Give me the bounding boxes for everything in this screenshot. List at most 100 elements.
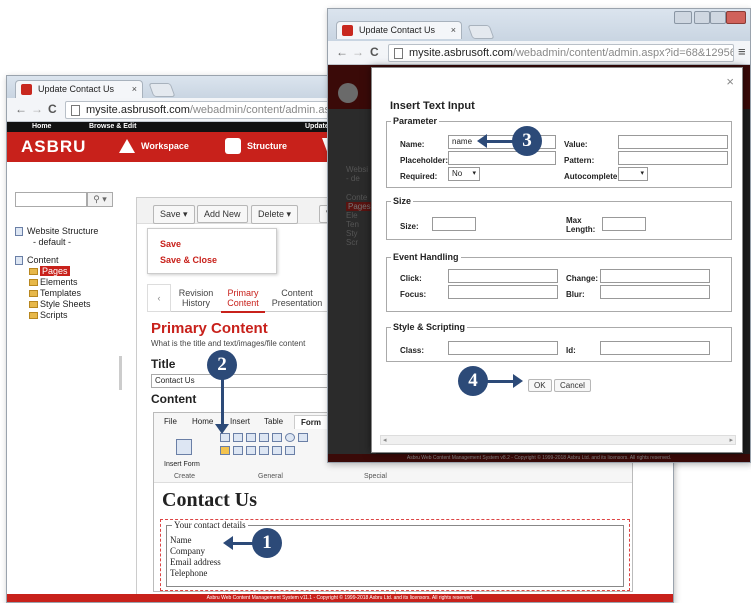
maximize-icon[interactable] <box>710 11 726 24</box>
browser-tab[interactable]: Update Contact Us × <box>15 80 143 98</box>
menu-workspace[interactable]: Workspace <box>141 141 189 151</box>
required-select[interactable]: No ▾ <box>448 167 480 181</box>
hidden-icon[interactable] <box>272 446 282 455</box>
blur-input[interactable] <box>600 285 710 299</box>
tab-revision-history[interactable]: Revision History <box>173 288 219 308</box>
new-tab-button[interactable] <box>467 25 495 39</box>
tree-content[interactable]: Content <box>15 255 91 266</box>
save-menu-item[interactable]: Save <box>160 239 181 249</box>
save-dropdown-button[interactable]: Save ▾ <box>153 205 195 224</box>
insert-form-label: Insert Form <box>164 461 200 468</box>
panel-splitter[interactable] <box>119 356 122 390</box>
back-arrow-icon[interactable]: ← <box>15 102 27 116</box>
id-input[interactable] <box>600 341 710 355</box>
text-input-icon[interactable] <box>220 433 230 442</box>
reload-icon[interactable]: C <box>370 45 379 59</box>
dim-sidebar <box>328 109 376 462</box>
tree-scripts[interactable]: Scripts <box>15 310 91 321</box>
pattern-input[interactable] <box>618 151 728 165</box>
add-new-button[interactable]: Add New <box>197 205 248 223</box>
password-icon[interactable] <box>233 433 243 442</box>
change-input[interactable] <box>600 269 710 283</box>
button-icon[interactable] <box>233 446 243 455</box>
editor-tab-file[interactable]: File <box>164 417 177 426</box>
save-close-menu-item[interactable]: Save & Close <box>160 255 217 265</box>
select-icon[interactable] <box>259 433 269 442</box>
scroll-left-icon[interactable]: ◂ <box>383 436 387 444</box>
placeholder-input[interactable] <box>448 151 556 165</box>
menu-icon[interactable]: ≡ <box>738 44 746 59</box>
group-special: Special <box>364 473 387 480</box>
size-input[interactable] <box>432 217 476 231</box>
close-tab-icon[interactable]: × <box>132 84 137 94</box>
nav-browse-edit[interactable]: Browse & Edit <box>89 123 136 130</box>
forward-arrow-icon[interactable]: → <box>31 102 43 116</box>
required-value: No <box>452 169 463 178</box>
change-label: Change: <box>566 274 598 283</box>
radio-icon[interactable] <box>285 433 295 442</box>
tree-templates[interactable]: Templates <box>15 288 91 299</box>
ok-button[interactable]: OK <box>528 379 552 392</box>
tree-pages[interactable]: Pages <box>15 266 91 277</box>
search-box[interactable] <box>15 192 87 207</box>
editor-tab-insert[interactable]: Insert <box>230 417 250 426</box>
file-icon[interactable] <box>298 433 308 442</box>
horizontal-scrollbar[interactable]: ◂ ▸ <box>380 435 736 445</box>
nav-update[interactable]: Update <box>305 123 329 130</box>
dim-tree-item: Websi <box>346 165 369 174</box>
dim-tree-item: - de <box>346 174 360 183</box>
browser-tab[interactable]: Update Contact Us × <box>336 21 462 39</box>
user-icon[interactable] <box>674 11 692 24</box>
autocomplete-select[interactable]: ▾ <box>618 167 648 181</box>
editor-tab-table[interactable]: Table <box>264 417 283 426</box>
dialog-close-icon[interactable]: × <box>726 74 734 89</box>
label-icon[interactable] <box>285 446 295 455</box>
back-arrow-icon[interactable]: ← <box>336 45 348 59</box>
nav-home[interactable]: Home <box>32 123 51 130</box>
folder-icon <box>29 312 38 319</box>
section-heading: Primary Content <box>151 320 268 337</box>
callout-3: 3 <box>512 126 542 156</box>
tab-primary-content[interactable]: Primary Content <box>221 288 265 313</box>
close-window-icon[interactable] <box>726 11 746 24</box>
scroll-right-icon[interactable]: ▸ <box>729 436 733 444</box>
textarea-icon[interactable] <box>246 433 256 442</box>
new-tab-button[interactable] <box>148 83 176 97</box>
search-button[interactable]: ⚲ ▾ <box>87 192 113 207</box>
reload-icon[interactable]: C <box>48 102 57 116</box>
dim-tree-item: Scr <box>346 238 358 247</box>
window-controls <box>674 11 746 25</box>
value-input[interactable] <box>618 135 728 149</box>
click-input[interactable] <box>448 269 558 283</box>
insert-form-icon[interactable] <box>176 439 192 455</box>
maxlength-input[interactable] <box>602 217 646 231</box>
tree-website-structure[interactable]: Website Structure <box>15 226 98 237</box>
field-company: Company <box>170 546 205 556</box>
structure-icon <box>225 138 241 154</box>
tree-default[interactable]: - default - <box>15 237 98 248</box>
callout-2-arrowhead <box>215 424 229 434</box>
tab-content-presentation[interactable]: Content Presentation <box>267 288 327 308</box>
focus-input[interactable] <box>448 285 558 299</box>
tree-stylesheets[interactable]: Style Sheets <box>15 299 91 310</box>
cancel-button[interactable]: Cancel <box>554 379 591 392</box>
editor-tab-form[interactable]: Form <box>294 415 328 429</box>
checkbox-icon[interactable] <box>272 433 282 442</box>
tab-scroll-left[interactable]: ‹ <box>147 284 171 312</box>
tree-elements[interactable]: Elements <box>15 277 91 288</box>
contact-inner-box <box>166 525 624 587</box>
reset-icon[interactable] <box>259 446 269 455</box>
close-tab-icon[interactable]: × <box>451 25 456 35</box>
url-field[interactable]: mysite.asbrusoft.com/webadmin/content/ad… <box>388 44 734 62</box>
page-icon <box>394 48 403 59</box>
forward-arrow-icon[interactable]: → <box>352 45 364 59</box>
minimize-icon[interactable] <box>694 11 710 24</box>
url-field[interactable]: mysite.asbrusoft.com/webadmin/content/ad… <box>65 101 335 119</box>
submit-icon[interactable] <box>246 446 256 455</box>
class-input[interactable] <box>448 341 558 355</box>
editor-tab-home[interactable]: Home <box>192 417 213 426</box>
delete-dropdown-button[interactable]: Delete ▾ <box>251 205 299 224</box>
image-button-icon[interactable] <box>220 446 230 455</box>
doc-heading: Contact Us <box>162 489 257 511</box>
menu-structure[interactable]: Structure <box>247 141 287 151</box>
